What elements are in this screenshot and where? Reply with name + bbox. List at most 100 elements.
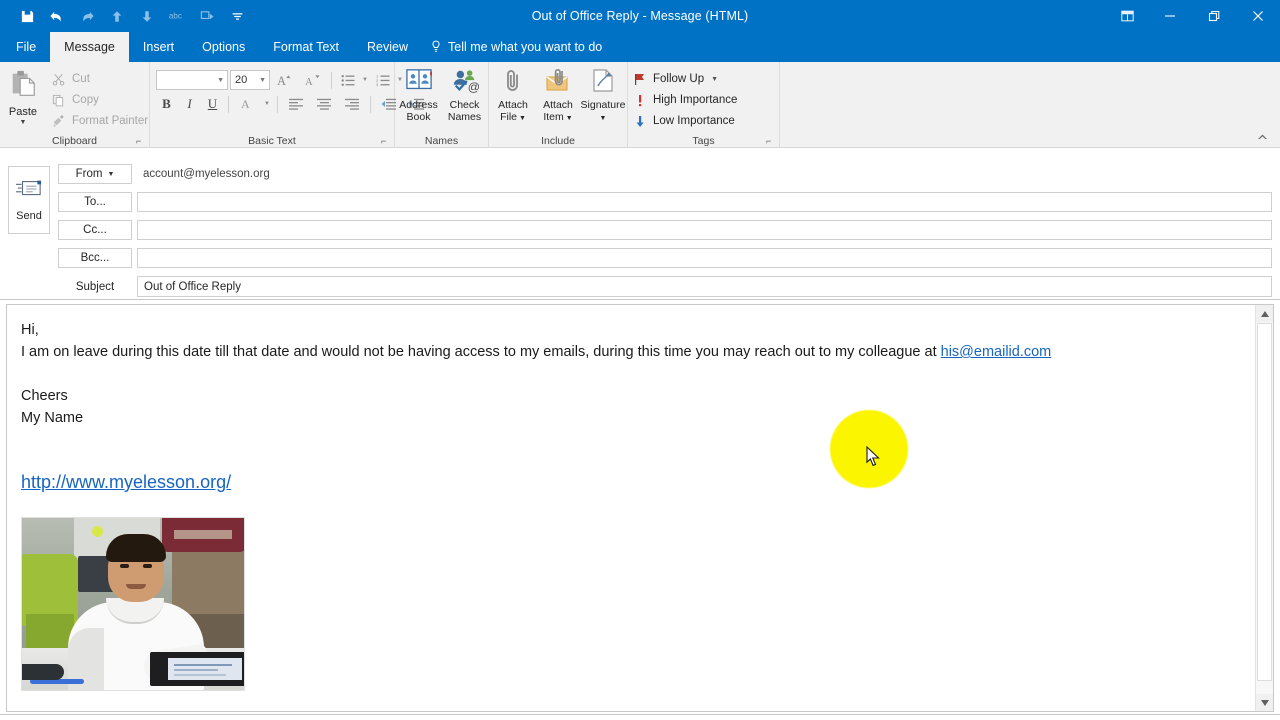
- svg-text:A: A: [241, 97, 250, 111]
- send-button[interactable]: Send: [8, 166, 50, 234]
- scroll-up-icon[interactable]: [1256, 305, 1273, 322]
- numbering-button[interactable]: 123: [372, 70, 393, 91]
- paste-button[interactable]: Paste ▼: [0, 65, 46, 126]
- check-names-button[interactable]: @ Check Names: [442, 65, 488, 123]
- status-bar: [0, 714, 1280, 720]
- bcc-input[interactable]: [137, 248, 1272, 268]
- restore-icon[interactable]: [1192, 0, 1236, 32]
- chevron-down-icon[interactable]: ▼: [259, 77, 266, 84]
- cut-label: Cut: [72, 73, 90, 85]
- exclamation-icon: [634, 94, 646, 107]
- attach-item-button[interactable]: Attach Item ▼: [536, 65, 581, 125]
- chevron-down-icon[interactable]: ▼: [517, 115, 526, 122]
- address-book-icon: [405, 68, 433, 99]
- bcc-button[interactable]: Bcc...: [58, 248, 132, 268]
- message-body-editor[interactable]: Hi, I am on leave during this date till …: [7, 305, 1255, 711]
- save-icon[interactable]: [12, 4, 42, 28]
- svg-text:abc: abc: [169, 12, 182, 21]
- scroll-down-icon[interactable]: [1256, 694, 1273, 711]
- paste-icon: [8, 69, 38, 104]
- customize-qat-icon[interactable]: [222, 4, 252, 28]
- copy-button[interactable]: Copy: [46, 91, 148, 109]
- cc-input[interactable]: [137, 220, 1272, 240]
- tab-review[interactable]: Review: [353, 32, 422, 62]
- address-book-button[interactable]: Address Book: [396, 65, 442, 123]
- clipboard-dialog-launcher-icon[interactable]: ⌐: [136, 137, 145, 146]
- chevron-down-icon[interactable]: ▼: [107, 171, 114, 178]
- align-center-button[interactable]: [311, 94, 337, 115]
- touch-mode-icon[interactable]: [192, 4, 222, 28]
- tab-options[interactable]: Options: [188, 32, 259, 62]
- message-body-area: Hi, I am on leave during this date till …: [6, 304, 1274, 712]
- align-right-button[interactable]: [339, 94, 365, 115]
- colleague-email-link[interactable]: his@emailid.com: [941, 344, 1052, 360]
- format-painter-button[interactable]: Format Painter: [46, 112, 148, 130]
- font-color-button[interactable]: A: [234, 94, 260, 115]
- font-name-combo[interactable]: ▼: [156, 70, 228, 90]
- cut-button[interactable]: Cut: [46, 70, 148, 88]
- signature-button[interactable]: Signature ▼: [581, 65, 626, 125]
- bullets-caret[interactable]: ▼: [360, 70, 370, 91]
- body-line-3: Cheers: [21, 388, 68, 404]
- address-book-label-1: Address: [399, 99, 438, 111]
- body-vertical-scrollbar[interactable]: [1255, 305, 1273, 711]
- tab-insert[interactable]: Insert: [129, 32, 188, 62]
- copy-label: Copy: [72, 94, 99, 106]
- group-label-basic-text: Basic Text ⌐: [150, 133, 394, 148]
- italic-button[interactable]: I: [179, 94, 200, 115]
- from-button[interactable]: From ▼: [58, 164, 132, 184]
- redo-icon[interactable]: [72, 4, 102, 28]
- grow-font-button[interactable]: A: [272, 70, 298, 91]
- attach-file-button[interactable]: Attach File ▼: [491, 65, 536, 125]
- bold-button[interactable]: B: [156, 94, 177, 115]
- tab-file[interactable]: File: [0, 32, 50, 62]
- basic-text-dialog-launcher-icon[interactable]: ⌐: [381, 137, 390, 146]
- address-fields: From ▼ account@myelesson.org To... Cc...…: [58, 164, 1272, 297]
- svg-text:3: 3: [376, 82, 379, 87]
- window-controls: [1106, 0, 1280, 32]
- align-left-button[interactable]: [283, 94, 309, 115]
- close-icon[interactable]: [1236, 0, 1280, 32]
- cc-button[interactable]: Cc...: [58, 220, 132, 240]
- tell-me-search[interactable]: Tell me what you want to do: [422, 32, 612, 62]
- svg-text:A: A: [277, 74, 286, 88]
- follow-up-button[interactable]: Follow Up ▼: [634, 70, 737, 88]
- scroll-thumb[interactable]: [1257, 323, 1272, 681]
- chevron-down-icon[interactable]: ▼: [600, 115, 607, 122]
- font-color-caret[interactable]: ▼: [262, 94, 272, 115]
- tag-commands: Follow Up ▼ High Importance Low Importan…: [628, 65, 737, 130]
- to-input[interactable]: [137, 192, 1272, 212]
- chevron-down-icon[interactable]: ▼: [711, 76, 718, 83]
- check-names-icon: @: [451, 68, 480, 99]
- underline-button[interactable]: U: [202, 94, 223, 115]
- high-importance-button[interactable]: High Importance: [634, 91, 737, 109]
- subject-input[interactable]: Out of Office Reply: [137, 276, 1272, 297]
- bullets-button[interactable]: [337, 70, 358, 91]
- minimize-icon[interactable]: [1148, 0, 1192, 32]
- signature-caret: ▼: [600, 111, 607, 125]
- chevron-down-icon[interactable]: ▼: [20, 119, 27, 126]
- ribbon-group-tags: Follow Up ▼ High Importance Low Importan…: [628, 62, 780, 148]
- low-importance-button[interactable]: Low Importance: [634, 112, 737, 130]
- next-item-icon[interactable]: [132, 4, 162, 28]
- to-button[interactable]: To...: [58, 192, 132, 212]
- collapse-ribbon-icon[interactable]: [1252, 129, 1272, 145]
- chevron-down-icon[interactable]: ▼: [217, 77, 224, 84]
- tab-message[interactable]: Message: [50, 32, 129, 62]
- from-value[interactable]: account@myelesson.org: [132, 164, 1272, 184]
- tab-format-text[interactable]: Format Text: [259, 32, 353, 62]
- attach-file-label-2: File ▼: [500, 111, 526, 123]
- font-size-combo[interactable]: 20 ▼: [230, 70, 270, 90]
- spelling-icon[interactable]: abc: [162, 4, 192, 28]
- previous-item-icon[interactable]: [102, 4, 132, 28]
- basic-text-row-2: B I U A ▼: [150, 92, 430, 116]
- ribbon-display-options-icon[interactable]: [1106, 0, 1148, 32]
- body-line-2-text: I am on leave during this date till that…: [21, 344, 941, 360]
- undo-icon[interactable]: [42, 4, 72, 28]
- copy-icon: [50, 92, 66, 108]
- signature-photo[interactable]: [21, 517, 245, 691]
- chevron-down-icon[interactable]: ▼: [564, 115, 573, 122]
- website-url-link[interactable]: http://www.myelesson.org/: [21, 472, 231, 492]
- shrink-font-button[interactable]: A: [300, 70, 326, 91]
- tags-dialog-launcher-icon[interactable]: ⌐: [766, 137, 775, 146]
